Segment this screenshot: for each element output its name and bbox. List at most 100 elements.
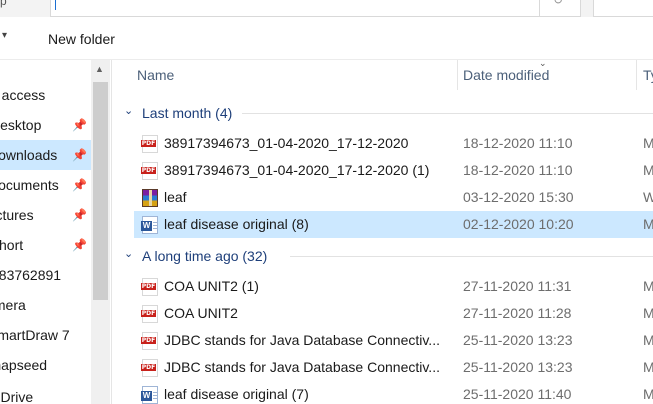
word-document-icon: W	[141, 386, 158, 404]
file-name: COA UNIT2 (1)	[164, 278, 259, 294]
nav-item-quick-access[interactable]: Quick access	[0, 80, 92, 110]
pin-icon: 📌	[72, 238, 87, 252]
nav-item-smartdraw[interactable]: SmartDraw 7	[0, 320, 92, 350]
column-separator[interactable]	[457, 60, 458, 90]
column-header-type[interactable]: Ty	[643, 67, 653, 83]
nav-item-label: Downloads	[0, 147, 58, 163]
nav-item-label: SmartDraw 7	[0, 327, 70, 343]
file-date: 25-11-2020 13:23	[463, 332, 573, 348]
nav-item-snapseed[interactable]: Snapseed	[0, 350, 92, 380]
pdf-icon: PDF	[141, 332, 158, 350]
file-row[interactable]: PDF JDBC stands for Java Database Connec…	[112, 354, 653, 381]
command-bar: ▾ New folder	[0, 17, 653, 60]
pdf-icon: PDF	[141, 135, 158, 153]
file-date: 25-11-2020 11:40	[463, 386, 572, 402]
nav-item-label: Camera	[0, 297, 26, 313]
zip-archive-icon	[142, 189, 158, 207]
file-name: leaf disease original (7)	[164, 386, 309, 402]
pin-icon: 📌	[72, 118, 87, 132]
group-label: Last month (4)	[142, 105, 233, 121]
pdf-icon: PDF	[141, 305, 158, 323]
file-type: M	[643, 135, 653, 151]
file-name: JDBC stands for Java Database Connectiv.…	[164, 332, 440, 348]
file-row[interactable]: PDF COA UNIT2 27-11-2020 11:28 M	[112, 300, 653, 327]
nav-item-onedrive[interactable]: OneDrive	[0, 382, 92, 404]
file-type: M	[643, 278, 653, 294]
file-row[interactable]: PDF JDBC stands for Java Database Connec…	[112, 327, 653, 354]
file-row[interactable]: W leaf disease original (7) 25-11-2020 1…	[112, 381, 653, 404]
column-separator[interactable]	[636, 60, 637, 90]
file-row[interactable]: PDF 38917394673_01-04-2020_17-12-2020 18…	[112, 130, 653, 157]
column-header-date-modified[interactable]: Date modified	[463, 67, 549, 83]
file-list: ⌄ Last month (4) PDF 38917394673_01-04-2…	[112, 90, 653, 404]
chevron-down-icon[interactable]: ⌄	[124, 104, 133, 117]
nav-item-label: OneDrive	[0, 389, 34, 404]
pin-icon: 📌	[72, 178, 87, 192]
file-row[interactable]: PDF 38917394673_01-04-2020_17-12-2020 (1…	[112, 157, 653, 184]
nav-item-desktop[interactable]: Desktop 📌	[0, 110, 92, 140]
address-bar-strip: p ↻	[0, 0, 653, 17]
refresh-icon: ↻	[553, 0, 564, 7]
group-label: A long time ago (32)	[142, 248, 268, 264]
chevron-down-icon[interactable]: ⌄	[124, 247, 133, 260]
file-name: 38917394673_01-04-2020_17-12-2020 (1)	[164, 162, 430, 178]
file-date: 25-11-2020 13:23	[463, 359, 573, 375]
file-type: M	[643, 162, 653, 178]
address-bar[interactable]	[50, 0, 540, 17]
file-name: COA UNIT2	[164, 305, 238, 321]
nav-item-camera[interactable]: Camera	[0, 290, 92, 320]
nav-scrollbar[interactable]: ▲	[91, 60, 110, 404]
file-name: 38917394673_01-04-2020_17-12-2020	[164, 135, 409, 151]
pin-icon: 📌	[72, 208, 87, 222]
group-divider	[242, 113, 653, 114]
nav-item-label: 983762891	[0, 267, 62, 283]
group-header-a-long-time-ago[interactable]: ⌄ A long time ago (32)	[112, 241, 653, 271]
file-type: M	[643, 359, 653, 375]
file-name: leaf disease original (8)	[164, 216, 309, 232]
nav-item-label: short	[0, 237, 24, 253]
file-date: 02-12-2020 10:20	[463, 216, 574, 232]
file-name: JDBC stands for Java Database Connectiv.…	[164, 359, 440, 375]
nav-item-label: Documents	[0, 177, 59, 193]
new-folder-button[interactable]: New folder	[48, 31, 115, 47]
nav-item-pictures[interactable]: Pictures 📌	[0, 200, 92, 230]
word-document-icon: W	[141, 216, 158, 234]
search-input[interactable]	[593, 0, 653, 17]
file-name: leaf	[164, 189, 187, 205]
file-date: 27-11-2020 11:28	[463, 305, 572, 321]
nav-item-label: Quick access	[0, 87, 46, 103]
up-arrow-icon[interactable]: p	[0, 0, 14, 15]
scrollbar-thumb[interactable]	[93, 82, 108, 300]
file-row[interactable]: PDF COA UNIT2 (1) 27-11-2020 11:31 M	[112, 273, 653, 300]
file-row-selected[interactable]: W leaf disease original (8) 02-12-2020 1…	[134, 211, 653, 238]
refresh-button[interactable]: ↻	[539, 0, 581, 17]
file-date: 18-12-2020 11:10	[463, 162, 573, 178]
pdf-icon: PDF	[141, 162, 158, 180]
nav-item-short[interactable]: short 📌	[0, 230, 92, 260]
nav-item-folder-983762891[interactable]: 983762891	[0, 260, 92, 290]
text-caret	[55, 0, 56, 10]
group-header-last-month[interactable]: ⌄ Last month (4)	[112, 98, 653, 128]
file-type: M	[643, 386, 653, 402]
file-date: 27-11-2020 11:31	[463, 278, 572, 294]
group-divider	[290, 256, 653, 257]
file-date: 18-12-2020 11:10	[463, 135, 573, 151]
file-date: 03-12-2020 15:30	[463, 189, 574, 205]
column-header-name[interactable]: Name	[137, 67, 174, 83]
nav-item-downloads[interactable]: Downloads 📌	[0, 140, 92, 170]
nav-item-label: Desktop	[0, 117, 42, 133]
pin-icon: 📌	[72, 148, 87, 162]
file-type: M	[643, 332, 653, 348]
nav-item-label: Pictures	[0, 207, 34, 223]
column-header-row: Name ⌄ Date modified Ty	[112, 58, 653, 90]
pdf-icon: PDF	[141, 359, 158, 377]
nav-item-documents[interactable]: Documents 📌	[0, 170, 92, 200]
file-type: M	[643, 216, 653, 232]
scroll-up-icon[interactable]: ▲	[95, 64, 104, 74]
chevron-down-icon[interactable]: ▾	[2, 30, 7, 41]
nav-item-label: Snapseed	[0, 357, 48, 373]
pdf-icon: PDF	[141, 278, 158, 296]
file-type: W	[643, 189, 653, 205]
file-type: M	[643, 305, 653, 321]
file-row[interactable]: leaf 03-12-2020 15:30 W	[112, 184, 653, 211]
